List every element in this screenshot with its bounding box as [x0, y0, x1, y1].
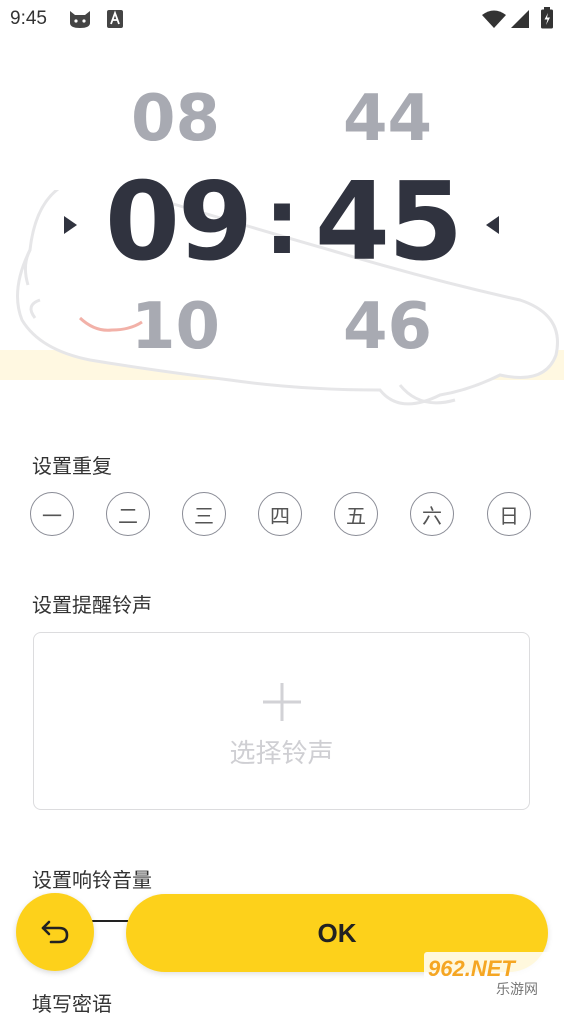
watermark-logo: 962.NET 乐游网: [424, 952, 558, 998]
day-toggle-sat[interactable]: 六: [410, 492, 454, 536]
select-ringtone-button[interactable]: 选择铃声: [33, 632, 530, 810]
undo-arrow-icon: [41, 920, 69, 944]
volume-slider-track[interactable]: [92, 920, 128, 922]
watermark-bottom-text: 乐游网: [496, 982, 538, 998]
status-time: 9:45: [10, 8, 47, 29]
minute-next[interactable]: 46: [330, 290, 445, 364]
hour-next[interactable]: 10: [118, 290, 233, 364]
wifi-icon: [481, 9, 507, 33]
select-ringtone-text: 选择铃声: [229, 739, 334, 769]
status-bar: 9:45: [0, 0, 564, 38]
day-toggle-fri[interactable]: 五: [334, 492, 378, 536]
watermark-top-text: 962.NET: [428, 956, 516, 981]
day-toggle-mon[interactable]: 一: [30, 492, 74, 536]
cat-app-icon: [68, 9, 92, 33]
ringtone-label: 设置提醒铃声: [32, 593, 152, 617]
day-toggle-thu[interactable]: 四: [258, 492, 302, 536]
day-toggle-wed[interactable]: 三: [182, 492, 226, 536]
day-toggle-sun[interactable]: 日: [487, 492, 531, 536]
day-toggle-tue[interactable]: 二: [106, 492, 150, 536]
password-label: 填写密语: [32, 992, 112, 1016]
minute-selector-arrow-icon: [486, 216, 499, 234]
back-button[interactable]: [16, 893, 94, 971]
signal-icon: [510, 9, 530, 33]
hour-current[interactable]: 09: [98, 160, 258, 285]
battery-icon: [540, 7, 554, 33]
time-separator: :: [264, 170, 300, 275]
minute-previous[interactable]: 44: [330, 82, 445, 156]
volume-label: 设置响铃音量: [32, 868, 152, 892]
repeat-label: 设置重复: [32, 454, 112, 478]
plus-icon: [263, 683, 301, 721]
font-app-icon: [106, 9, 124, 33]
hour-selector-arrow-icon: [64, 216, 77, 234]
hour-previous[interactable]: 08: [118, 82, 233, 156]
minute-current[interactable]: 45: [308, 160, 468, 285]
